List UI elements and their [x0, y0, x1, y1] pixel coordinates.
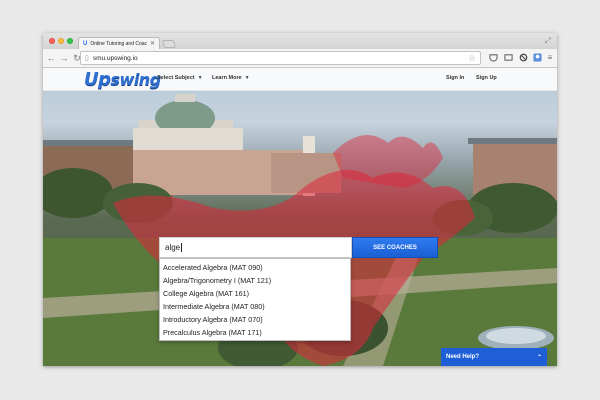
forward-icon[interactable]: → — [59, 53, 69, 63]
browser-toolbar: ← → ↻ ▯ smu.upswing.io ☆ ≡ — [43, 49, 557, 68]
suggestion-dropdown: Accelerated Algebra (MAT 090) Algebra/Tr… — [159, 258, 351, 341]
chevron-up-icon: ⌃ — [536, 354, 542, 361]
menu-icon[interactable]: ≡ — [545, 53, 555, 63]
close-window-button[interactable] — [49, 38, 55, 44]
sign-in-link[interactable]: Sign In — [446, 75, 464, 81]
sign-up-link[interactable]: Sign Up — [476, 75, 497, 81]
pocket-icon[interactable] — [488, 53, 498, 63]
see-coaches-button[interactable]: SEE COACHES — [352, 237, 438, 258]
suggestion-item[interactable]: Accelerated Algebra (MAT 090) — [160, 261, 350, 274]
minimize-window-button[interactable] — [58, 38, 64, 44]
tab-title: Online Tutoring and Coac — [90, 40, 147, 47]
course-search-input[interactable]: alge — [159, 237, 352, 258]
zoom-window-button[interactable] — [67, 38, 73, 44]
select-subject-label: Select Subject — [157, 75, 195, 81]
browser-window: U Online Tutoring and Coac ✕ ⤢ ← → ↻ ▯ s… — [43, 33, 557, 366]
suggestion-item[interactable]: Precalculus Algebra (MAT 171) — [160, 326, 350, 339]
upswing-logo[interactable]: Upswing — [84, 69, 161, 90]
back-icon[interactable]: ← — [46, 53, 56, 63]
browser-tab[interactable]: U Online Tutoring and Coac ✕ — [78, 37, 160, 49]
fullscreen-icon[interactable]: ⤢ — [545, 36, 551, 46]
star-icon[interactable]: ☆ — [468, 53, 476, 64]
window-controls — [49, 38, 73, 44]
block-icon[interactable] — [518, 53, 528, 63]
suggestion-item[interactable]: College Algebra (MAT 161) — [160, 287, 350, 300]
suggestion-item[interactable]: Algebra/Trigonometry I (MAT 121) — [160, 274, 350, 287]
need-help-label: Need Help? — [446, 354, 480, 360]
learn-more-label: Learn More — [212, 75, 242, 81]
tab-strip: U Online Tutoring and Coac ✕ ⤢ — [43, 33, 557, 49]
page-icon: ▯ — [85, 55, 89, 62]
page-viewport: Upswing Select Subject ▼ Learn More ▼ Si… — [43, 68, 557, 366]
logo-up-text: Up — [84, 69, 111, 90]
cast-icon[interactable] — [503, 53, 513, 63]
address-bar[interactable]: ▯ smu.upswing.io ☆ — [80, 51, 481, 65]
suggestion-item[interactable]: Introductory Algebra (MAT 070) — [160, 313, 350, 326]
learn-more-menu[interactable]: Learn More ▼ — [212, 75, 250, 81]
tab-close-icon[interactable]: ✕ — [150, 40, 155, 47]
search-input-value: alge — [165, 243, 181, 252]
suggestion-item[interactable]: Intermediate Algebra (MAT 080) — [160, 300, 350, 313]
select-subject-menu[interactable]: Select Subject ▼ — [157, 75, 203, 81]
chevron-down-icon: ▼ — [244, 75, 250, 81]
url-text[interactable]: smu.upswing.io — [93, 55, 468, 62]
upswing-favicon-icon: U — [83, 40, 88, 47]
logo-rest-text: swing — [110, 70, 162, 89]
new-tab-button[interactable] — [161, 40, 177, 48]
text-cursor — [181, 243, 183, 253]
need-help-button[interactable]: Need Help? ⌃ — [441, 348, 547, 366]
chevron-down-icon: ▼ — [197, 75, 203, 81]
site-header: Upswing Select Subject ▼ Learn More ▼ Si… — [43, 68, 557, 91]
profile-icon[interactable] — [532, 53, 542, 63]
